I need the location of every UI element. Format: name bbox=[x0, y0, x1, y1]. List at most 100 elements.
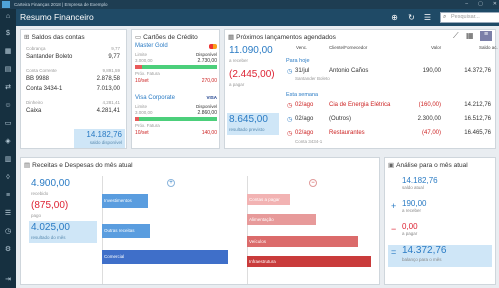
expense-bar[interactable]: Infraestrutura bbox=[247, 256, 371, 267]
sidebar: ⌂ $ ▦ ▤ ⇄ ☺ ▭ ◈ ▥ ◊ ≡ ☰ ◷ ⚙ ⇥ bbox=[0, 9, 16, 288]
window-titlebar: Carteira Finanças 2018 | Empresa de Exem… bbox=[0, 0, 499, 9]
row-party[interactable]: (Outros) bbox=[329, 116, 351, 122]
pay-value: (2.445,00) bbox=[229, 69, 275, 80]
account-name[interactable]: Conta 3434-1 bbox=[26, 86, 62, 92]
balance-total-box: 14.182,76 saldo disponível bbox=[74, 129, 125, 148]
analysis-value: 0,00 bbox=[402, 222, 418, 231]
income-expand-icon[interactable]: + bbox=[167, 179, 175, 187]
close-icon[interactable]: ✕ bbox=[493, 0, 497, 9]
tag-icon[interactable]: ◈ bbox=[3, 137, 13, 147]
shield-icon[interactable]: ◊ bbox=[3, 173, 13, 183]
expense-label: pago bbox=[31, 213, 42, 218]
card-avail: 2.730,00 bbox=[197, 58, 217, 64]
money-icon[interactable]: $ bbox=[3, 29, 13, 39]
card-usage-fill bbox=[135, 117, 140, 121]
home-icon[interactable]: ⌂ bbox=[3, 12, 13, 22]
row-date[interactable]: 02/ago bbox=[295, 102, 313, 108]
expense-value: (875,00) bbox=[31, 200, 69, 211]
col-header: Saldo ac. bbox=[479, 45, 498, 50]
expense-expand-icon[interactable]: − bbox=[309, 179, 317, 187]
menu-icon[interactable]: ☰ bbox=[422, 12, 433, 23]
row-party[interactable]: Cia de Energia Elétrica bbox=[329, 102, 390, 108]
result-box: 4.025,00 resultado do mês bbox=[29, 221, 97, 243]
trend-icon[interactable]: ⟋ bbox=[453, 31, 459, 41]
expense-bar[interactable]: Veículos bbox=[247, 236, 358, 247]
analysis-sign: − bbox=[391, 224, 397, 234]
account-value: 7.013,00 bbox=[96, 86, 120, 92]
revexp-panel: ▤ Receitas e Despesas do mês atual 4.900,… bbox=[20, 157, 380, 285]
expense-bar[interactable]: Contas a pagar bbox=[247, 194, 290, 205]
result-label: resultado do mês bbox=[31, 235, 66, 240]
chart-icon[interactable]: ▤ bbox=[3, 65, 13, 75]
credit-cards-panel: ▭ Cartões de Crédito Master Gold Limite Dis… bbox=[131, 29, 220, 149]
card-name[interactable]: Visa Corporate bbox=[135, 95, 175, 101]
credit-card[interactable]: Visa Corporate VISA Limite Disponível 3.000,… bbox=[135, 95, 217, 143]
row-balance: 14.212,76 bbox=[464, 102, 491, 108]
col-header: Cliente/Fornecedor bbox=[329, 45, 368, 50]
account-value: 2.878,58 bbox=[96, 76, 120, 82]
row-party[interactable]: Restaurantes bbox=[329, 130, 365, 136]
row-date[interactable]: 02/ago bbox=[295, 116, 313, 122]
credit-card[interactable]: Master Gold Limite Disponível 3.000,00 2.730… bbox=[135, 43, 217, 91]
account-name[interactable]: BB 9988 bbox=[26, 76, 49, 82]
card-icon[interactable]: ▭ bbox=[3, 119, 13, 129]
row-party[interactable]: Antonio Caños bbox=[329, 68, 368, 74]
list-view-icon[interactable]: ≡ bbox=[480, 31, 492, 41]
income-bar[interactable]: Outras receitas bbox=[102, 224, 151, 238]
card-limit: 3.000,00 bbox=[135, 58, 153, 63]
settings-icon[interactable]: ⚙ bbox=[3, 245, 13, 255]
card-avail-label: Disponível bbox=[195, 52, 217, 57]
list-icon[interactable]: ☰ bbox=[3, 209, 13, 219]
account-name[interactable]: Santander Boleto bbox=[26, 54, 72, 60]
bank-icon: ⊞ bbox=[24, 34, 30, 41]
card-icon: ▭ bbox=[135, 34, 142, 41]
chart-icon: ▤ bbox=[24, 162, 31, 169]
upcoming-title: ▦ Próximos lançamentos agendados bbox=[228, 34, 336, 41]
clock-icon[interactable]: ◷ bbox=[3, 227, 13, 237]
forecast-box: 8.645,00 resultado previsto bbox=[227, 113, 279, 135]
card-invoice: 140,00 bbox=[201, 130, 217, 136]
analysis-value: 14.372,76 bbox=[402, 245, 447, 256]
search-input[interactable]: ⌕ Pesquisar... bbox=[440, 12, 499, 23]
search-placeholder: Pesquisar... bbox=[451, 14, 480, 20]
row-date[interactable]: 31/jul bbox=[295, 68, 309, 74]
add-icon[interactable]: ⊕ bbox=[389, 12, 400, 23]
clock-icon: ◷ bbox=[287, 131, 293, 137]
transfer-icon[interactable]: ⇄ bbox=[3, 83, 13, 93]
group-total: 9,77 bbox=[111, 46, 120, 51]
section-label: Para hoje bbox=[286, 58, 310, 64]
report-icon[interactable]: ≡ bbox=[3, 191, 13, 201]
row-value: 190,00 bbox=[422, 68, 441, 74]
maximize-icon[interactable]: ▢ bbox=[478, 0, 483, 9]
book-icon[interactable]: ▥ bbox=[3, 155, 13, 165]
minimize-icon[interactable]: – bbox=[465, 0, 468, 9]
grid-icon[interactable]: ▦ bbox=[466, 31, 474, 40]
calendar-icon[interactable]: ▦ bbox=[3, 47, 13, 57]
analysis-label: balanço para o mês bbox=[402, 257, 442, 262]
analysis-value: 190,00 bbox=[402, 199, 427, 208]
balance-total-label: saldo disponível bbox=[89, 140, 122, 145]
refresh-icon[interactable]: ↻ bbox=[406, 12, 417, 23]
card-name[interactable]: Master Gold bbox=[135, 43, 168, 49]
exit-icon[interactable]: ⇥ bbox=[3, 275, 13, 285]
mastercard-icon bbox=[209, 44, 217, 49]
window-title: Carteira Finanças 2018 | Empresa de Exem… bbox=[14, 2, 108, 7]
card-usage-bar bbox=[135, 65, 217, 69]
account-name[interactable]: Caixa bbox=[26, 108, 41, 114]
clock-icon: ◷ bbox=[287, 103, 293, 109]
revexp-title: ▤ Receitas e Despesas do mês atual bbox=[24, 162, 133, 169]
income-bar[interactable]: Comercial bbox=[102, 250, 229, 264]
people-icon[interactable]: ☺ bbox=[3, 101, 13, 111]
search-icon: ⌕ bbox=[443, 14, 447, 20]
card-invoice-label: Próx. Fatura bbox=[135, 123, 160, 128]
expense-bar[interactable]: Alimentação bbox=[247, 214, 316, 225]
income-bar[interactable]: Investimentos bbox=[102, 194, 148, 208]
analysis-label: a pagar bbox=[402, 231, 418, 236]
analysis-sign: + bbox=[391, 201, 397, 211]
forecast-value: 8.645,00 bbox=[229, 114, 268, 125]
row-sub: Conta 3434-1 bbox=[295, 139, 323, 144]
receive-value: 11.090,00 bbox=[229, 45, 273, 56]
result-value: 4.025,00 bbox=[31, 222, 70, 233]
analysis-panel: ▣ Análise para o mês atual 14.182,76 saldo… bbox=[384, 157, 496, 285]
row-date[interactable]: 02/ago bbox=[295, 130, 313, 136]
